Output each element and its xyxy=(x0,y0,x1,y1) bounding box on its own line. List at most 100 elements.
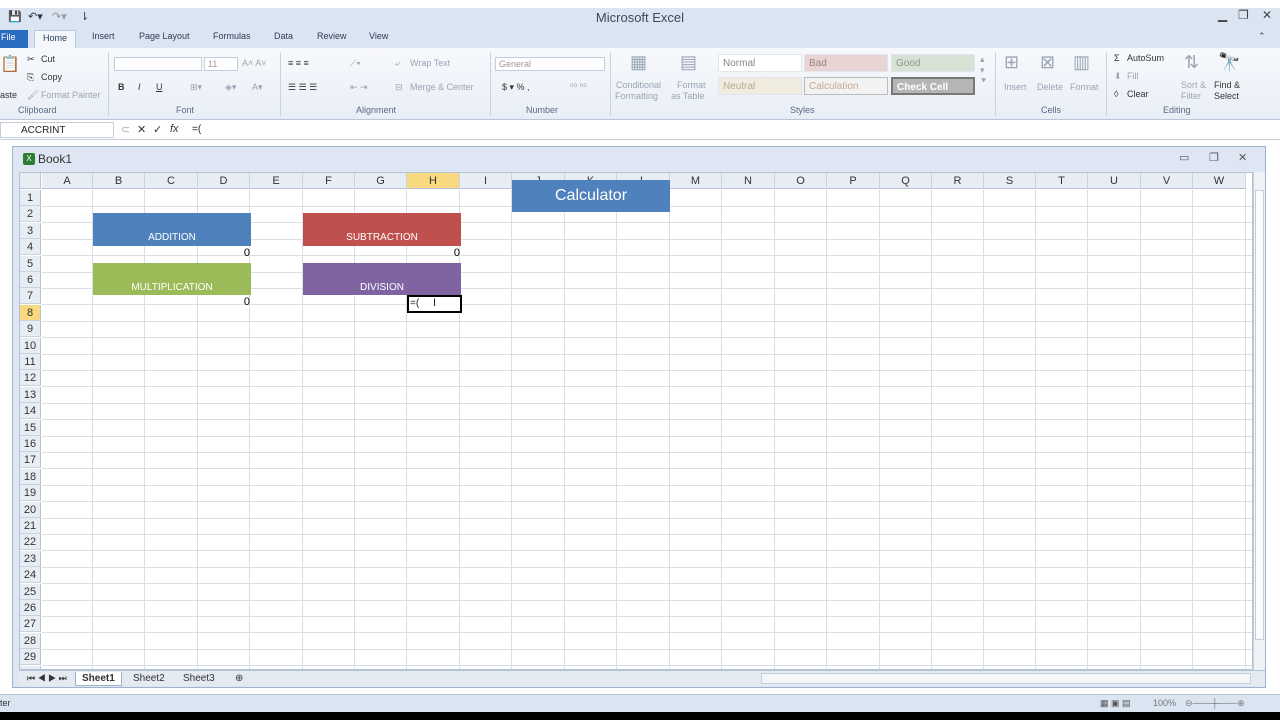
column-header[interactable]: T xyxy=(1036,173,1088,189)
format-painter-icon[interactable]: 🖌 xyxy=(27,90,38,101)
column-header[interactable]: G xyxy=(355,173,407,189)
font-name-combo[interactable] xyxy=(114,57,202,71)
active-cell-h8[interactable]: =( I xyxy=(407,295,462,313)
sheet-nav-icon[interactable]: ⏮ ◀ ▶ ⏭ xyxy=(21,672,73,685)
merge-icon[interactable]: ⊟ xyxy=(395,82,403,93)
restore-icon[interactable]: ❐ xyxy=(1238,8,1249,22)
column-header[interactable]: Q xyxy=(880,173,932,189)
fill-color-icon[interactable]: ◈▾ xyxy=(225,82,236,93)
row-header[interactable]: 15 xyxy=(20,419,41,436)
clear-icon[interactable]: ◊ xyxy=(1114,89,1118,99)
tab-page-layout[interactable]: Page Layout xyxy=(139,31,190,41)
tab-formulas[interactable]: Formulas xyxy=(213,31,251,41)
copy-button[interactable]: Copy xyxy=(41,72,62,82)
help-icon[interactable]: ⌃ xyxy=(1258,31,1266,42)
find-select-label-2[interactable]: Select xyxy=(1214,91,1239,101)
style-neutral[interactable]: Neutral xyxy=(718,77,802,95)
merge-center-button[interactable]: Merge & Center xyxy=(410,82,474,92)
row-header[interactable]: 26 xyxy=(20,600,41,616)
column-header[interactable]: H xyxy=(407,173,460,189)
column-header[interactable]: B xyxy=(93,173,145,189)
row-header[interactable]: 16 xyxy=(20,436,41,452)
column-header[interactable]: S xyxy=(984,173,1036,189)
sort-filter-label-1[interactable]: Sort & xyxy=(1181,80,1206,90)
column-header[interactable]: N xyxy=(722,173,775,189)
borders-icon[interactable]: ⊞▾ xyxy=(190,82,202,93)
zoom-slider-icon[interactable]: ⊖───┼───⊕ xyxy=(1185,698,1245,709)
sort-filter-icon[interactable]: ⇅ xyxy=(1184,52,1199,73)
align-top-icon[interactable]: ≡ ≡ ≡ xyxy=(288,58,309,68)
insert-sheet-icon[interactable]: ⊕ xyxy=(229,672,249,685)
row-header[interactable]: 25 xyxy=(20,583,41,600)
paste-label[interactable]: aste xyxy=(0,90,17,100)
row-header[interactable]: 27 xyxy=(20,616,41,633)
style-calculation[interactable]: Calculation xyxy=(804,77,888,95)
insert-function-icon[interactable]: fx xyxy=(170,123,179,135)
column-header[interactable]: D xyxy=(198,173,250,189)
tab-file[interactable]: File xyxy=(0,30,28,48)
row-header[interactable]: 18 xyxy=(20,468,41,485)
row-header[interactable]: 21 xyxy=(20,518,41,534)
insert-cells-button[interactable]: Insert xyxy=(1004,82,1027,92)
grow-font-icon[interactable]: A˄ A˅ xyxy=(242,58,267,68)
row-header[interactable]: 11 xyxy=(20,354,41,370)
row-header[interactable]: 4 xyxy=(20,239,41,256)
row-header[interactable]: 29 xyxy=(20,649,41,666)
tab-insert[interactable]: Insert xyxy=(92,31,115,41)
sheet-tab-2[interactable]: Sheet2 xyxy=(127,672,171,685)
column-header[interactable]: W xyxy=(1193,173,1246,189)
format-painter-button[interactable]: Format Painter xyxy=(41,90,101,100)
align-left-icon[interactable]: ☰ ☰ ☰ xyxy=(288,82,317,93)
resize-icon[interactable]: ⊂ xyxy=(121,123,130,136)
workbook-minimize-icon[interactable]: ▭ xyxy=(1179,151,1189,164)
spreadsheet-grid[interactable]: ABCDEFGHIJKLMNOPQRSTUVW 1234567891011121… xyxy=(19,172,1253,670)
column-header[interactable]: A xyxy=(42,173,93,189)
autosum-icon[interactable]: Σ xyxy=(1114,53,1120,63)
style-normal[interactable]: Normal xyxy=(718,54,802,72)
close-icon[interactable]: ✕ xyxy=(1262,8,1272,22)
italic-button[interactable]: I xyxy=(138,82,141,92)
workbook-restore-icon[interactable]: ❐ xyxy=(1209,151,1219,164)
format-as-table-label-2[interactable]: as Table xyxy=(671,91,704,101)
row-header[interactable]: 20 xyxy=(20,501,41,518)
enter-entry-icon[interactable]: ✓ xyxy=(153,123,162,136)
fill-button[interactable]: Fill xyxy=(1127,71,1139,81)
cut-button[interactable]: Cut xyxy=(41,54,55,64)
row-header[interactable]: 7 xyxy=(20,288,41,305)
insert-cells-icon[interactable]: ⊞ xyxy=(1004,52,1019,73)
conditional-formatting-label-2[interactable]: Formatting xyxy=(615,91,658,101)
row-header[interactable]: 8 xyxy=(20,304,41,321)
font-color-icon[interactable]: A▾ xyxy=(252,82,263,93)
row-header[interactable]: 6 xyxy=(20,272,41,288)
column-header[interactable]: C xyxy=(145,173,198,189)
horizontal-scrollbar[interactable] xyxy=(761,673,1251,684)
indent-icon[interactable]: ⇤ ⇥ xyxy=(350,82,368,93)
row-header[interactable]: 2 xyxy=(20,206,41,223)
subtraction-value[interactable]: 0 xyxy=(408,247,460,259)
fill-icon[interactable]: ⬇ xyxy=(1114,71,1122,82)
delete-cells-button[interactable]: Delete xyxy=(1037,82,1063,92)
row-header[interactable]: 19 xyxy=(20,485,41,502)
sheet-tab-1[interactable]: Sheet1 xyxy=(75,672,122,686)
vertical-scrollbar[interactable] xyxy=(1253,172,1265,670)
currency-icon[interactable]: $ ▾ % , xyxy=(502,82,530,93)
conditional-formatting-icon[interactable]: ▦ xyxy=(630,52,647,73)
tab-home[interactable]: Home xyxy=(34,30,77,48)
column-header[interactable]: O xyxy=(775,173,827,189)
row-header[interactable]: 14 xyxy=(20,403,41,420)
format-as-table-icon[interactable]: ▤ xyxy=(680,52,697,73)
tab-view[interactable]: View xyxy=(369,31,388,41)
row-header[interactable]: 22 xyxy=(20,534,41,551)
tab-review[interactable]: Review xyxy=(317,31,347,41)
addition-value[interactable]: 0 xyxy=(198,247,250,259)
find-select-icon[interactable]: 🔭 xyxy=(1218,52,1240,73)
sort-filter-label-2[interactable]: Filter xyxy=(1181,91,1201,101)
column-header[interactable]: M xyxy=(670,173,722,189)
bold-button[interactable]: B xyxy=(118,82,125,92)
row-header[interactable]: 24 xyxy=(20,567,41,584)
tab-data[interactable]: Data xyxy=(274,31,293,41)
column-header[interactable]: V xyxy=(1141,173,1193,189)
style-bad[interactable]: Bad xyxy=(804,54,888,72)
number-format-combo[interactable]: General xyxy=(495,57,605,71)
select-all-corner[interactable] xyxy=(20,173,41,189)
